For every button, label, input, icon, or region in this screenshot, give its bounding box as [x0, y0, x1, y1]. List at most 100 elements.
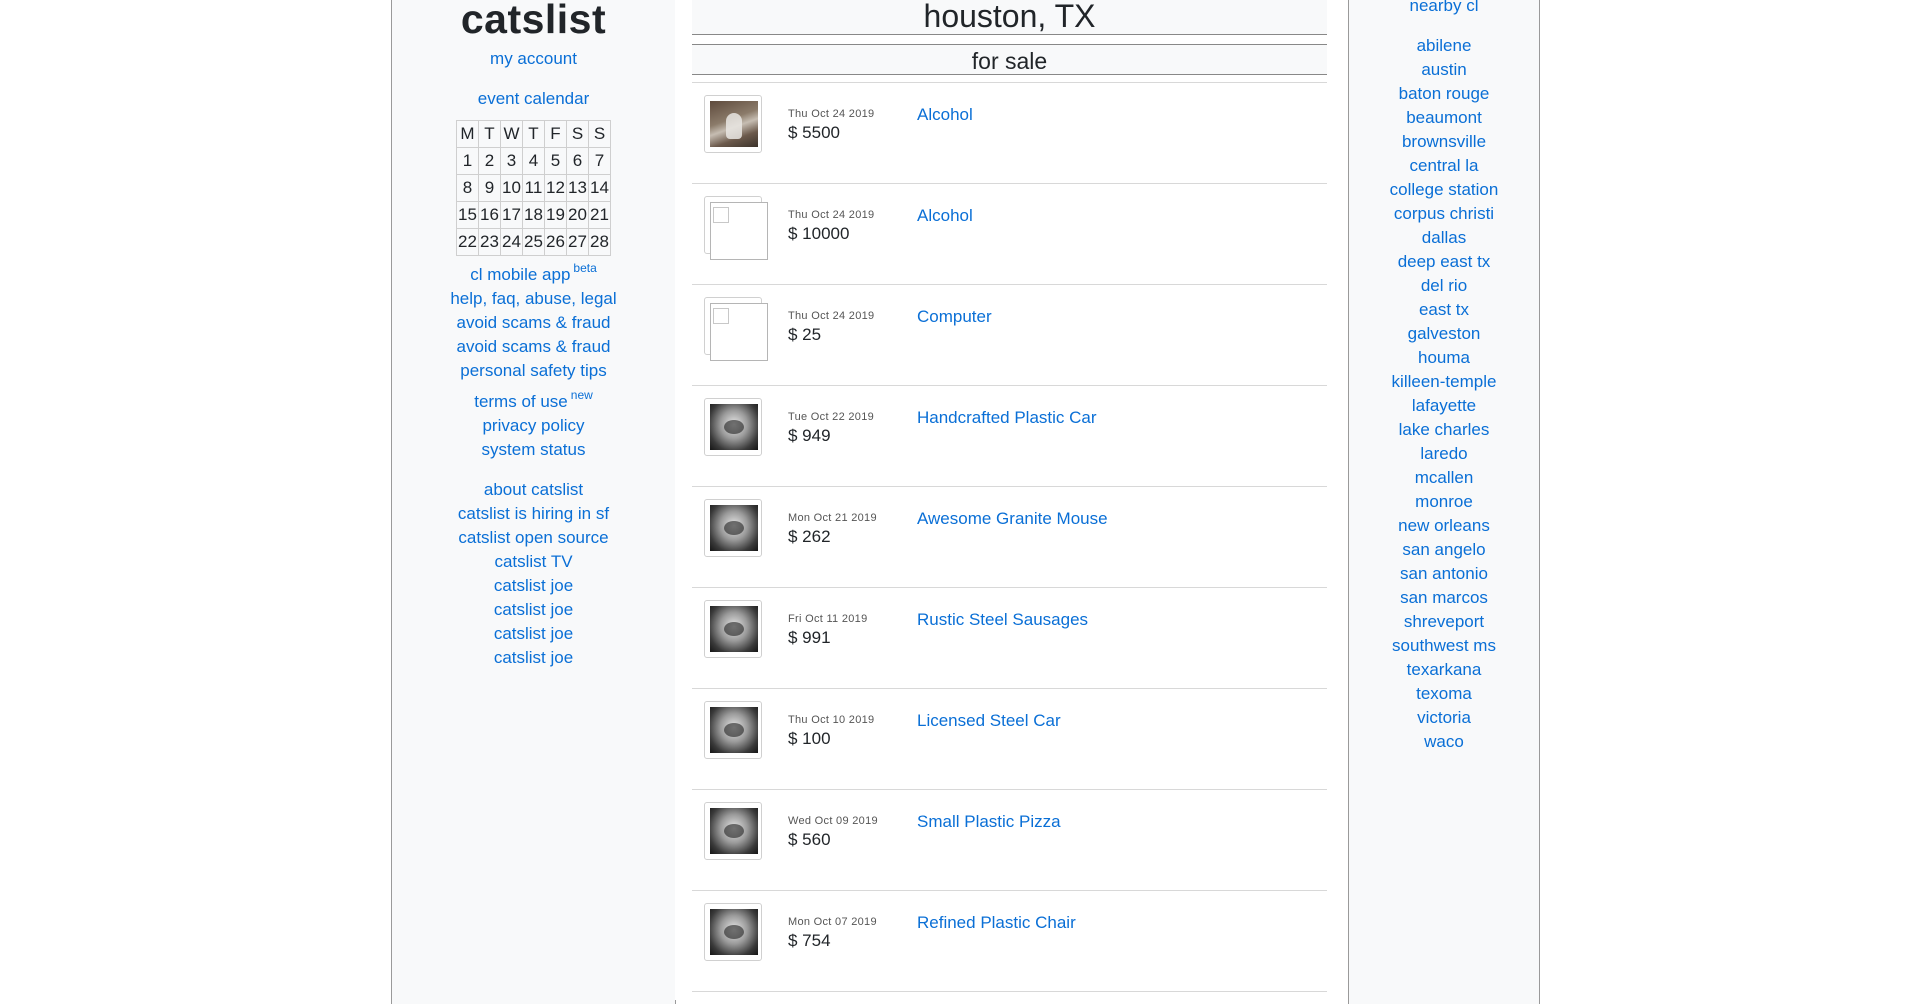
calendar-day[interactable]: 22	[456, 228, 479, 256]
calendar-day[interactable]: 12	[544, 174, 567, 202]
listing-title-link[interactable]: Alcohol	[917, 206, 973, 226]
listing-title-link[interactable]: Awesome Granite Mouse	[917, 509, 1108, 529]
listing-thumbnail[interactable]	[704, 903, 762, 961]
nearby-city-link[interactable]: killeen-temple	[1349, 370, 1539, 394]
calendar-day[interactable]: 9	[478, 174, 501, 202]
nearby-city-link[interactable]: laredo	[1349, 442, 1539, 466]
calendar-day[interactable]: 16	[478, 201, 501, 229]
calendar-day[interactable]: 3	[500, 147, 523, 175]
listing-title-link[interactable]: Licensed Steel Car	[917, 711, 1061, 731]
safety-tips-link[interactable]: personal safety tips	[392, 359, 675, 383]
nearby-city-link[interactable]: san antonio	[1349, 562, 1539, 586]
calendar-day[interactable]: 2	[478, 147, 501, 175]
listing-title-link[interactable]: Rustic Steel Sausages	[917, 610, 1088, 630]
calendar-day[interactable]: 15	[456, 201, 479, 229]
listing-title-link[interactable]: Computer	[917, 307, 992, 327]
calendar-day[interactable]: 18	[522, 201, 545, 229]
listing-thumbnail[interactable]	[704, 499, 762, 557]
nearby-city-link[interactable]: dallas	[1349, 226, 1539, 250]
nearby-city-link[interactable]: abilene	[1349, 34, 1539, 58]
site-logo[interactable]: catslist	[392, 0, 675, 44]
event-calendar-link[interactable]: event calendar	[392, 87, 675, 111]
calendar-day[interactable]: 28	[588, 228, 611, 256]
help-link[interactable]: help, faq, abuse, legal	[392, 287, 675, 311]
my-account-link[interactable]: my account	[392, 47, 675, 71]
calendar-day[interactable]: 19	[544, 201, 567, 229]
nearby-city-link[interactable]: waco	[1349, 730, 1539, 754]
nearby-city-link[interactable]: monroe	[1349, 490, 1539, 514]
calendar-day[interactable]: 20	[566, 201, 589, 229]
broken-image-icon	[710, 303, 768, 361]
avoid-scams-link[interactable]: avoid scams & fraud	[392, 335, 675, 359]
nearby-city-link[interactable]: galveston	[1349, 322, 1539, 346]
calendar-day[interactable]: 14	[588, 174, 611, 202]
terms-of-use-link[interactable]: terms of use new	[392, 383, 675, 414]
calendar-day[interactable]: 7	[588, 147, 611, 175]
calendar-day[interactable]: 4	[522, 147, 545, 175]
avoid-scams-link[interactable]: avoid scams & fraud	[392, 311, 675, 335]
catslist-joe-link[interactable]: catslist joe	[392, 598, 675, 622]
nearby-city-link[interactable]: lake charles	[1349, 418, 1539, 442]
open-source-link[interactable]: catslist open source	[392, 526, 675, 550]
nearby-city-link[interactable]: houma	[1349, 346, 1539, 370]
listing-title-link[interactable]: Alcohol	[917, 105, 973, 125]
listing-row: Thu Oct 24 2019 $ 5500 Alcohol	[692, 83, 1327, 184]
listing-thumbnail[interactable]	[704, 701, 762, 759]
calendar-day[interactable]: 6	[566, 147, 589, 175]
calendar-day[interactable]: 11	[522, 174, 545, 202]
nearby-city-link[interactable]: central la	[1349, 154, 1539, 178]
system-status-link[interactable]: system status	[392, 438, 675, 462]
calendar-day[interactable]: 21	[588, 201, 611, 229]
nearby-city-link[interactable]: texarkana	[1349, 658, 1539, 682]
catslist-joe-link[interactable]: catslist joe	[392, 646, 675, 670]
calendar-day[interactable]: 26	[544, 228, 567, 256]
nearby-city-link[interactable]: mcallen	[1349, 466, 1539, 490]
listing-thumbnail[interactable]	[704, 802, 762, 860]
catslist-joe-link[interactable]: catslist joe	[392, 622, 675, 646]
calendar-day[interactable]: 23	[478, 228, 501, 256]
calendar-day[interactable]: 8	[456, 174, 479, 202]
nearby-city-link[interactable]: austin	[1349, 58, 1539, 82]
listing-thumbnail[interactable]	[704, 297, 768, 361]
nearby-city-link[interactable]: shreveport	[1349, 610, 1539, 634]
listing-price: $ 949	[788, 426, 831, 445]
nearby-city-link[interactable]: del rio	[1349, 274, 1539, 298]
nearby-city-link[interactable]: lafayette	[1349, 394, 1539, 418]
calendar-day[interactable]: 24	[500, 228, 523, 256]
nearby-city-link[interactable]: new orleans	[1349, 514, 1539, 538]
calendar-day[interactable]: 1	[456, 147, 479, 175]
nearby-cl-link[interactable]: nearby cl	[1349, 0, 1539, 18]
nearby-city-link[interactable]: college station	[1349, 178, 1539, 202]
listing-thumbnail[interactable]	[704, 398, 762, 456]
nearby-city-link[interactable]: baton rouge	[1349, 82, 1539, 106]
nearby-city-link[interactable]: deep east tx	[1349, 250, 1539, 274]
nearby-city-link[interactable]: corpus christi	[1349, 202, 1539, 226]
calendar-day[interactable]: 10	[500, 174, 523, 202]
about-link[interactable]: about catslist	[392, 478, 675, 502]
nearby-city-link[interactable]: east tx	[1349, 298, 1539, 322]
listing-thumbnail[interactable]	[704, 196, 768, 260]
privacy-policy-link[interactable]: privacy policy	[392, 414, 675, 438]
calendar-day[interactable]: 27	[566, 228, 589, 256]
nearby-city-link[interactable]: texoma	[1349, 682, 1539, 706]
catslist-tv-link[interactable]: catslist TV	[392, 550, 675, 574]
nearby-city-link[interactable]: southwest ms	[1349, 634, 1539, 658]
listing-title-link[interactable]: Refined Plastic Chair	[917, 913, 1076, 933]
hiring-link[interactable]: catslist is hiring in sf	[392, 502, 675, 526]
mobile-app-link[interactable]: cl mobile app beta	[392, 256, 675, 287]
calendar-day[interactable]: 17	[500, 201, 523, 229]
nearby-city-link[interactable]: beaumont	[1349, 106, 1539, 130]
listing-thumbnail[interactable]	[704, 95, 762, 153]
listing-date: Fri Oct 11 2019	[788, 613, 868, 625]
nearby-city-link[interactable]: san marcos	[1349, 586, 1539, 610]
listing-title-link[interactable]: Handcrafted Plastic Car	[917, 408, 1097, 428]
calendar-day[interactable]: 13	[566, 174, 589, 202]
listing-title-link[interactable]: Small Plastic Pizza	[917, 812, 1061, 832]
calendar-day[interactable]: 5	[544, 147, 567, 175]
nearby-city-link[interactable]: san angelo	[1349, 538, 1539, 562]
nearby-city-link[interactable]: brownsville	[1349, 130, 1539, 154]
calendar-day[interactable]: 25	[522, 228, 545, 256]
nearby-city-link[interactable]: victoria	[1349, 706, 1539, 730]
catslist-joe-link[interactable]: catslist joe	[392, 574, 675, 598]
listing-thumbnail[interactable]	[704, 600, 762, 658]
